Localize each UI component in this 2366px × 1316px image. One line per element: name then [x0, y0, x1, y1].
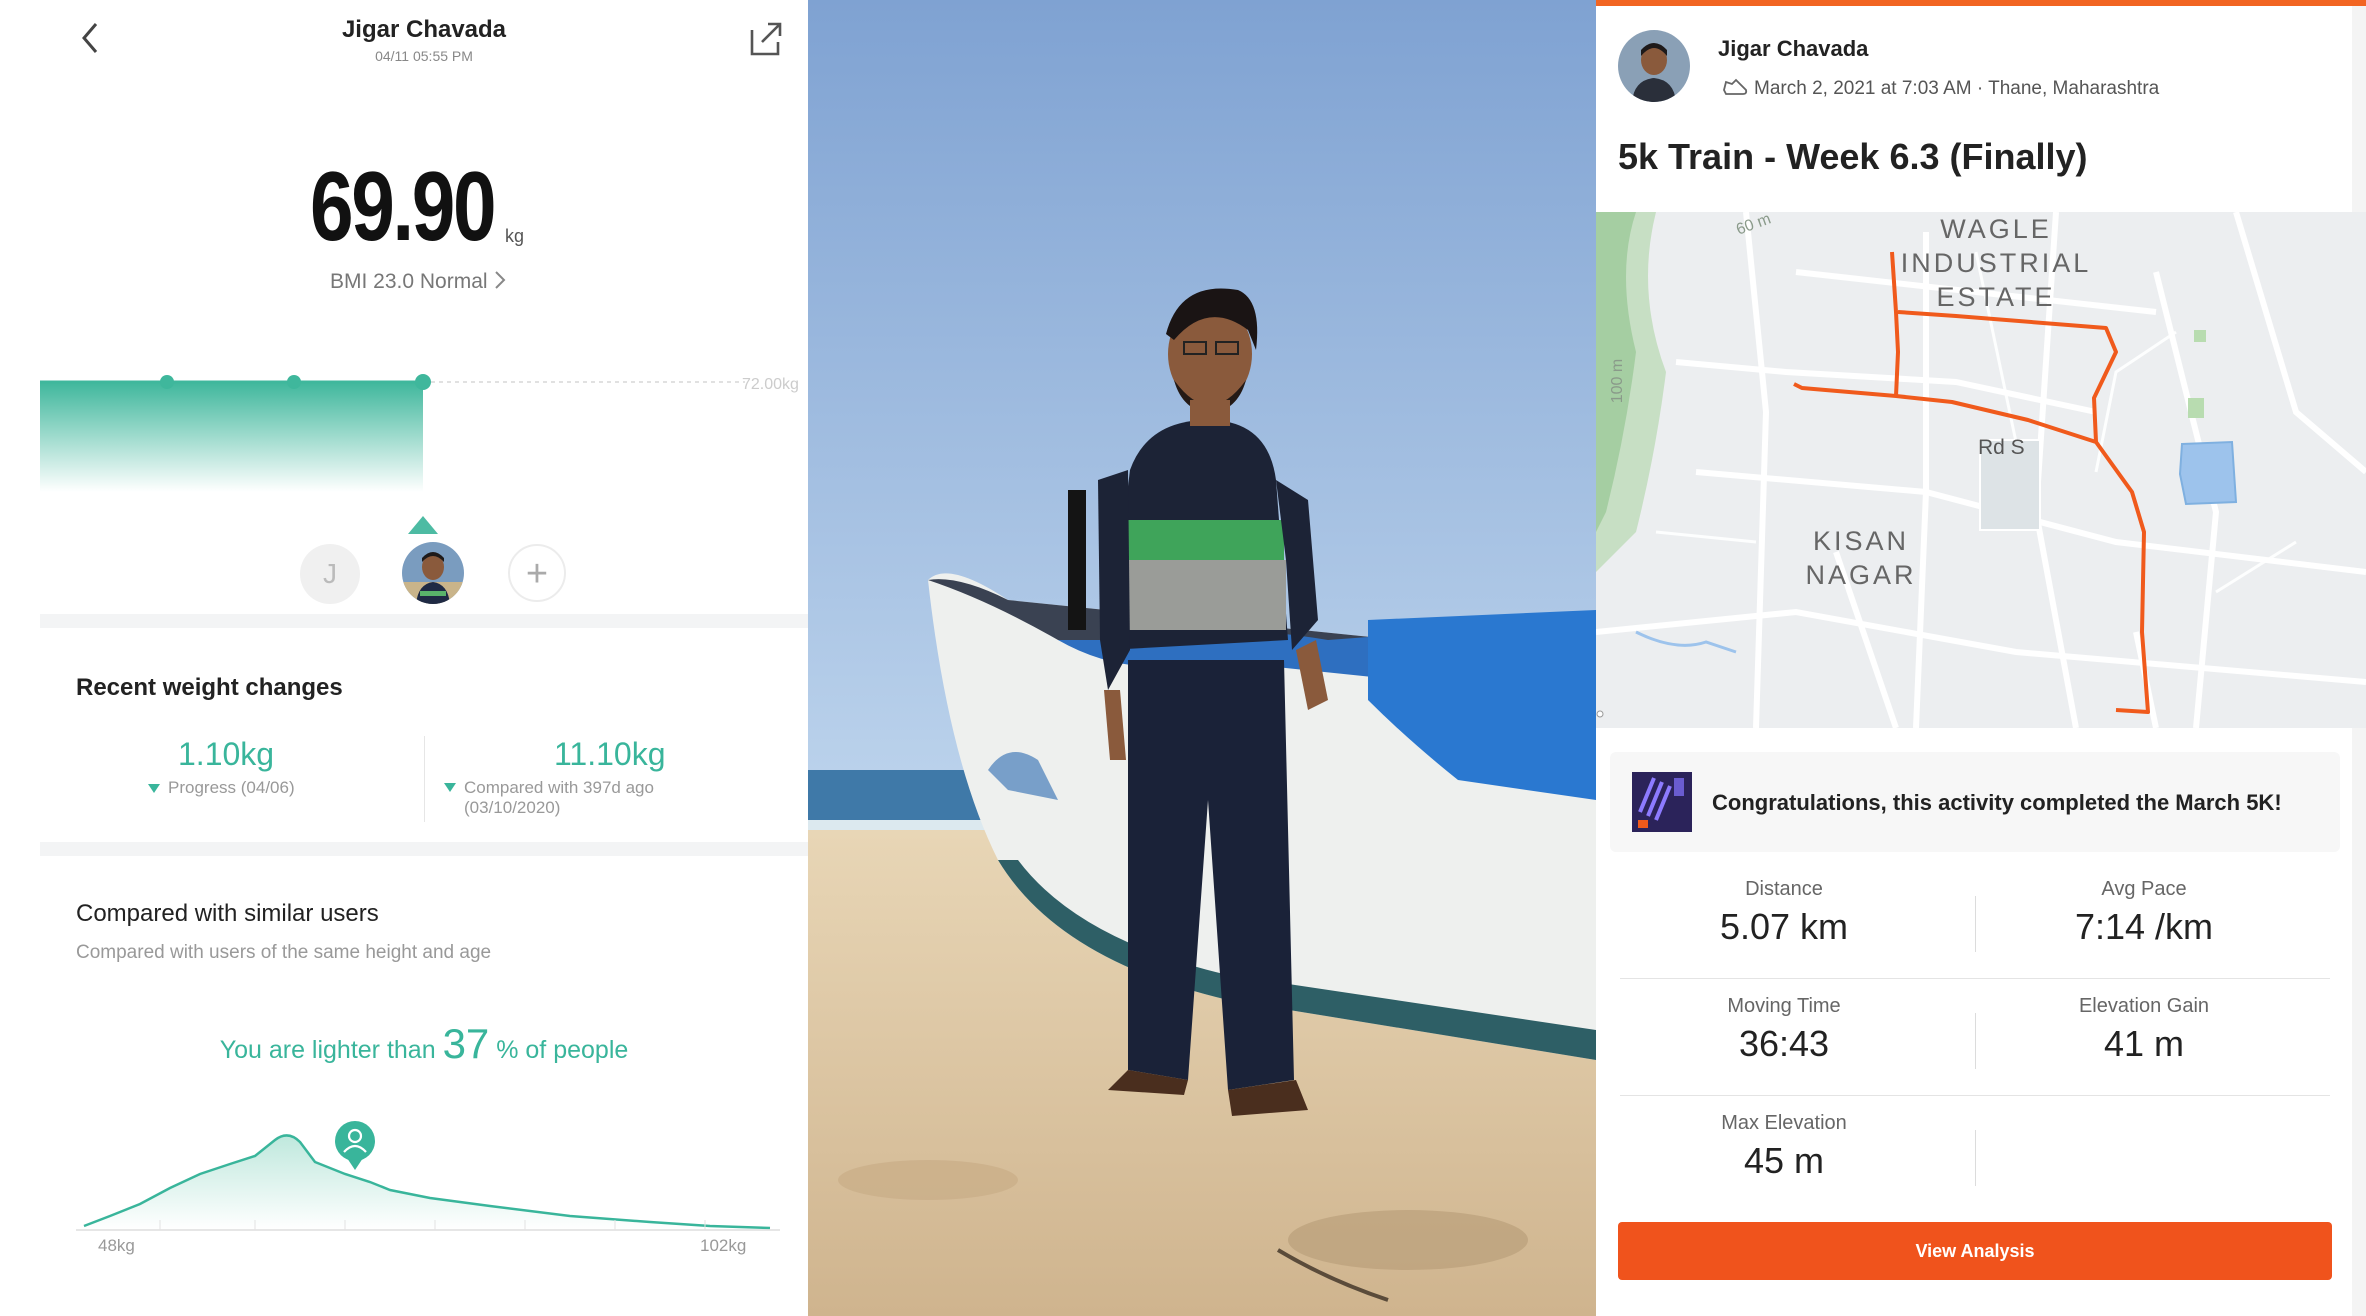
decrease-arrow-icon: [444, 783, 456, 792]
percentile-prefix: You are lighter than: [219, 1036, 443, 1064]
axis-max-label: 102kg: [700, 1236, 747, 1255]
running-shoe-icon: [1723, 78, 1748, 95]
distance-value: 5.07 km: [1719, 906, 1849, 947]
beach-photo-image: [808, 0, 1596, 1316]
user-name: Jigar Chavada: [341, 16, 507, 43]
stat-divider: [1975, 1130, 1976, 1186]
max-elevation-label: Max Elevation: [1721, 1112, 1847, 1134]
map-label-kisan-1: KISAN: [1812, 526, 1910, 556]
bmi-link[interactable]: BMI 23.0 Normal: [330, 270, 507, 294]
target-weight-label: 72.00kg: [742, 376, 799, 393]
recent-changes-title: Recent weight changes: [76, 674, 343, 701]
strava-activity-screen: Jigar Chavada March 2, 2021 at 7:03 AM ·…: [1596, 0, 2366, 1316]
top-accent-bar: [1596, 0, 2366, 6]
percentile-value: 37: [442, 1020, 490, 1067]
activity-meta-row: March 2, 2021 at 7:03 AM · Thane, Mahara…: [1722, 76, 2159, 100]
activity-date-location: March 2, 2021 at 7:03 AM · Thane, Mahara…: [1754, 78, 2160, 99]
athlete-name[interactable]: Jigar Chavada: [1718, 36, 1868, 62]
compared-label-line1: Compared with 397d ago: [464, 778, 654, 797]
moving-time-value: 36:43: [1738, 1023, 1830, 1064]
avg-pace-value: 7:14 /km: [2074, 906, 2214, 947]
weight-value: 69.90: [310, 151, 497, 261]
profile-avatar-current[interactable]: [402, 542, 464, 604]
beach-photo: [808, 0, 1596, 1316]
view-analysis-button[interactable]: View Analysis: [1618, 1222, 2332, 1280]
progress-label-row: Progress (04/06): [148, 778, 295, 798]
axis-min-label: 48kg: [98, 1236, 135, 1255]
trend-point[interactable]: [287, 375, 301, 389]
map-label-wagle-1: WAGLE: [1940, 214, 2052, 244]
trend-area: [40, 382, 423, 492]
trend-point[interactable]: [160, 375, 174, 389]
scale-app-screen: Jigar Chavada 04/11 05:55 PM 69.90 kg BM…: [0, 0, 808, 1316]
max-elevation-value: 45 m: [1743, 1140, 1825, 1181]
athlete-avatar[interactable]: [1618, 30, 1690, 102]
trend-point-selected[interactable]: [415, 374, 431, 390]
percentile-suffix: % of people: [489, 1036, 629, 1064]
similar-users-title: Compared with similar users: [76, 900, 379, 927]
route-map[interactable]: WAGLE INDUSTRIAL ESTATE Rd S KISAN NAGAR…: [1596, 212, 2366, 728]
bmi-text: BMI 23.0 Normal: [330, 270, 488, 293]
weight-unit: kg: [505, 226, 525, 246]
map-label-wagle-3: ESTATE: [1936, 282, 2056, 312]
activity-title: 5k Train - Week 6.3 (Finally): [1618, 136, 2088, 177]
map-label-kisan-2: NAGAR: [1805, 560, 1917, 590]
contour-label-100: 100 m: [1609, 358, 1627, 404]
section-divider: [40, 614, 808, 628]
elevation-gain-value: 41 m: [2103, 1023, 2185, 1064]
share-icon[interactable]: [748, 18, 784, 58]
achievement-banner[interactable]: Congratulations, this activity completed…: [1610, 752, 2340, 852]
distribution-chart: [76, 1121, 780, 1231]
map-label-kisan: KISAN NAGAR: [1786, 524, 1936, 592]
challenge-badge-icon: [1632, 772, 1692, 832]
progress-value: 1.10kg: [178, 736, 275, 772]
decrease-arrow-icon: [148, 784, 160, 793]
achievement-text: Congratulations, this activity completed…: [1712, 790, 2282, 815]
weight-trend-chart: 72.00kg: [40, 374, 799, 492]
selected-profile-indicator: [408, 516, 438, 534]
moving-time-label: Moving Time: [1727, 995, 1841, 1017]
add-profile-button[interactable]: +: [508, 544, 566, 602]
map-label-road: Rd S: [1978, 436, 2025, 459]
distribution-area: [84, 1135, 770, 1230]
activity-card: Jigar Chavada March 2, 2021 at 7:03 AM ·…: [1596, 0, 2366, 1316]
avg-pace-label: Avg Pace: [2101, 878, 2187, 900]
water-body: [2178, 440, 2238, 506]
map-label-wagle-2: INDUSTRIAL: [1900, 248, 2092, 278]
map-label-wagle: WAGLE INDUSTRIAL ESTATE: [1886, 212, 2106, 314]
similar-users-subtitle: Compared with users of the same height a…: [76, 942, 492, 963]
percentile-statement: You are lighter than 37 % of people: [0, 1020, 808, 1068]
section-divider: [40, 842, 808, 856]
profile-avatar-j[interactable]: J: [300, 544, 360, 604]
distance-label: Distance: [1745, 878, 1823, 900]
compared-label-block: Compared with 397d ago (03/10/2020): [444, 778, 654, 818]
elevation-gain-label: Elevation Gain: [2078, 995, 2210, 1017]
chevron-right-icon: [495, 271, 506, 289]
compared-value: 11.10kg: [554, 736, 666, 772]
column-divider: [424, 736, 425, 822]
progress-label: Progress (04/06): [168, 778, 295, 797]
compared-label-line2: (03/10/2020): [464, 798, 561, 817]
user-position-marker: [335, 1121, 375, 1170]
stat-row-divider: [1620, 1095, 2330, 1096]
measurement-datetime: 04/11 05:55 PM: [375, 48, 473, 64]
stat-row-divider: [1620, 978, 2330, 979]
